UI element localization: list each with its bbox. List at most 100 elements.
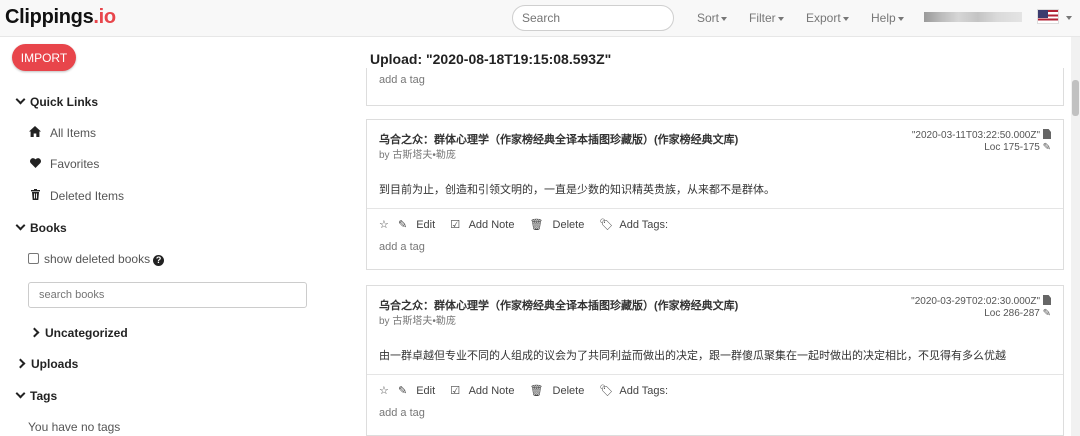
add-tag-input[interactable]: add a tag [379, 407, 425, 419]
sort-menu[interactable]: Sort [697, 11, 728, 25]
sidebar-item-deleted-items[interactable]: Deleted Items [28, 189, 124, 203]
delete-button[interactable]: 🗑 Delete [530, 219, 591, 231]
delete-button[interactable]: 🗑 Delete [530, 385, 591, 397]
note-icon: ☑ [450, 385, 461, 397]
chevron-down-icon [721, 16, 728, 21]
flag-icon[interactable] [1037, 9, 1059, 24]
no-tags-message: You have no tags [28, 420, 121, 434]
chevron-down-icon [15, 220, 26, 231]
edit-button[interactable]: ✎ Edit [398, 385, 441, 397]
divider [367, 374, 1063, 375]
clipping-author: by 古斯塔夫•勒庞 [379, 150, 456, 161]
edit-button[interactable]: ✎ Edit [398, 219, 441, 231]
file-icon [1043, 295, 1051, 305]
help-menu-label: Help [871, 11, 896, 25]
clipping-loc-text: Loc 286-287 [984, 308, 1040, 319]
filter-menu-label: Filter [749, 11, 776, 25]
uploads-header[interactable]: Uploads [15, 357, 79, 371]
sidebar-item-label: All Items [50, 126, 97, 140]
star-icon[interactable]: ☆ [379, 219, 389, 231]
tag-icon: 🏷 [599, 385, 614, 397]
sort-menu-label: Sort [697, 11, 720, 25]
scrollbar-thumb[interactable] [1072, 80, 1079, 116]
file-icon [1043, 129, 1051, 139]
pencil-icon: ✎ [397, 219, 408, 231]
page-title: Upload: "2020-08-18T19:15:08.593Z" [370, 51, 612, 67]
clipping-author: by 古斯塔夫•勒庞 [379, 316, 456, 327]
pencil-icon: ✎ [397, 385, 408, 397]
pencil-icon: ✎ [1042, 142, 1051, 153]
clipping-card-previous: add a tag [366, 68, 1064, 106]
sidebar-item-label: Favorites [50, 157, 100, 171]
add-tags-button[interactable]: 🏷 Add Tags: [599, 219, 674, 231]
chevron-down-icon [897, 16, 904, 21]
quick-links-label: Quick Links [30, 95, 99, 109]
clipping-date-text: "2020-03-29T02:02:30.000Z" [911, 296, 1040, 307]
home-icon [28, 126, 42, 140]
clipping-card: 乌合之众：群体心理学（作家榜经典全译本插图珍藏版）(作家榜经典文库) by 古斯… [366, 119, 1064, 270]
pencil-icon: ✎ [1042, 308, 1051, 319]
chevron-right-icon [15, 358, 26, 369]
sidebar-item-favorites[interactable]: Favorites [28, 157, 99, 171]
user-menu[interactable] [924, 12, 1022, 22]
edit-label: Edit [416, 385, 436, 397]
chevron-down-icon [777, 16, 784, 21]
show-deleted-checkbox[interactable] [28, 253, 39, 264]
chevron-down-icon [15, 94, 26, 105]
add-note-button[interactable]: ☑ Add Note [450, 219, 520, 231]
clipping-text: 到目前为止，创造和引领文明的，一直是少数的知识精英贵族，从来都不是群体。 [379, 184, 775, 196]
star-icon[interactable]: ☆ [379, 385, 389, 397]
add-tags-label: Add Tags: [619, 219, 669, 231]
trash-icon: 🗑 [529, 219, 544, 231]
clipping-card: 乌合之众：群体心理学（作家榜经典全译本插图珍藏版）(作家榜经典文库) by 古斯… [366, 285, 1064, 436]
chevron-down-icon [1066, 16, 1072, 20]
brand-logo[interactable]: Clippings.io [5, 6, 116, 29]
note-icon: ☑ [450, 219, 461, 231]
import-button[interactable]: IMPORT [12, 44, 76, 71]
trash-icon: 🗑 [529, 385, 544, 397]
chevron-right-icon [29, 327, 40, 338]
tags-header[interactable]: Tags [15, 388, 58, 403]
clipping-date: "2020-03-29T02:02:30.000Z" [911, 295, 1051, 307]
clipping-actions: ☆ ✎ Edit ☑ Add Note 🗑 Delete 🏷 Add Tags: [379, 384, 680, 397]
tag-icon: 🏷 [599, 219, 614, 231]
help-menu[interactable]: Help [871, 11, 904, 25]
add-note-label: Add Note [468, 385, 515, 397]
delete-label: Delete [552, 219, 585, 231]
clipping-book-title[interactable]: 乌合之众：群体心理学（作家榜经典全译本插图珍藏版）(作家榜经典文库) [379, 131, 738, 147]
clipping-text: 由一群卓越但专业不同的人组成的议会为了共同利益而做出的决定，跟一群傻瓜聚集在一起… [379, 350, 1006, 362]
add-tags-button[interactable]: 🏷 Add Tags: [599, 385, 674, 397]
add-tag-input[interactable]: add a tag [379, 74, 425, 86]
books-label: Books [30, 221, 67, 235]
show-deleted-books-toggle[interactable]: show deleted books? [28, 252, 165, 266]
quick-links-header[interactable]: Quick Links [15, 94, 99, 109]
uncategorized-item[interactable]: Uncategorized [29, 326, 128, 340]
brand-name: Clippings [5, 6, 94, 28]
chevron-down-icon [842, 16, 849, 21]
uncategorized-label: Uncategorized [45, 326, 128, 340]
uploads-label: Uploads [31, 357, 79, 371]
clipping-location[interactable]: Loc 286-287 ✎ [984, 308, 1051, 319]
add-tag-input[interactable]: add a tag [379, 241, 425, 253]
clipping-actions: ☆ ✎ Edit ☑ Add Note 🗑 Delete 🏷 Add Tags: [379, 218, 680, 231]
add-note-button[interactable]: ☑ Add Note [450, 385, 520, 397]
filter-menu[interactable]: Filter [749, 11, 784, 25]
search-books-input[interactable] [28, 282, 307, 308]
sidebar-item-label: Deleted Items [50, 189, 125, 203]
clipping-date-text: "2020-03-11T03:22:50.000Z" [911, 130, 1040, 141]
clipping-loc-text: Loc 175-175 [984, 142, 1040, 153]
clipping-book-title[interactable]: 乌合之众：群体心理学（作家榜经典全译本插图珍藏版）(作家榜经典文库) [379, 297, 738, 313]
clipping-location[interactable]: Loc 175-175 ✎ [984, 142, 1051, 153]
question-circle-icon[interactable]: ? [153, 255, 165, 266]
export-menu[interactable]: Export [806, 11, 849, 25]
trash-icon [28, 189, 42, 203]
add-tags-label: Add Tags: [619, 385, 669, 397]
export-menu-label: Export [806, 11, 841, 25]
sidebar-item-all-items[interactable]: All Items [28, 126, 96, 140]
search-input[interactable] [512, 5, 674, 31]
books-header[interactable]: Books [15, 220, 67, 235]
divider [367, 208, 1063, 209]
edit-label: Edit [416, 219, 436, 231]
tags-label: Tags [30, 389, 58, 403]
top-navbar: Clippings.io Sort Filter Export Help [0, 0, 1080, 37]
